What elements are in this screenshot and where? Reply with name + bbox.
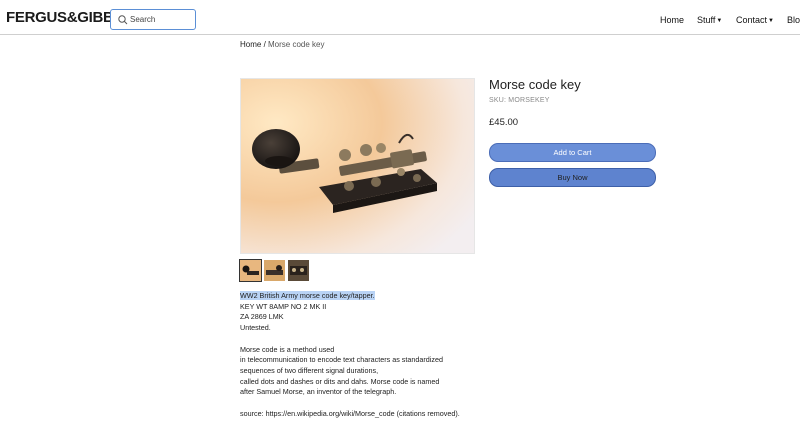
description-line: Morse code is a method used — [240, 344, 335, 354]
nav-blog[interactable]: Blo▼ — [787, 15, 800, 25]
thumbnail-image — [240, 260, 261, 281]
breadcrumb-current: Morse code key — [268, 40, 325, 49]
chevron-down-icon: ▼ — [716, 18, 723, 24]
nav-home[interactable]: Home — [660, 15, 684, 25]
nav-contact[interactable]: Contact▼ — [736, 15, 774, 25]
search-box[interactable] — [110, 9, 196, 30]
thumbnail-image — [288, 260, 309, 281]
buy-now-button[interactable]: Buy Now — [489, 168, 656, 187]
description-line: sequences of two different signal durati… — [240, 365, 379, 375]
chevron-down-icon: ▼ — [768, 18, 774, 24]
description-spacer — [240, 398, 540, 409]
breadcrumb-home[interactable]: Home — [240, 40, 261, 49]
thumbnail-2[interactable] — [264, 260, 285, 281]
product-description: WW2 British Army morse code key/tapper. … — [240, 291, 540, 419]
nav-stuff-label: Stuff — [697, 15, 716, 25]
search-input[interactable] — [130, 11, 194, 28]
product-main-image[interactable] — [240, 78, 475, 254]
description-highlight: WW2 British Army morse code key/tapper. — [240, 291, 375, 300]
description-line: Untested. — [240, 323, 271, 333]
morse-key-photo — [241, 79, 474, 253]
nav-blog-label: Blo — [787, 15, 800, 25]
nav-stuff[interactable]: Stuff▼ — [697, 15, 722, 25]
site-logo[interactable]: FERGUS&GIBBS — [6, 9, 124, 26]
description-line: ZA 2869 LMK — [240, 312, 284, 322]
product-title: Morse code key — [489, 77, 581, 92]
thumbnail-1[interactable] — [239, 259, 262, 282]
breadcrumb: Home / Morse code key — [240, 40, 324, 49]
product-sku: SKU: MORSEKEY — [489, 97, 550, 104]
description-line: called dots and dashes or dits and dahs.… — [240, 376, 440, 386]
description-line: in telecommunication to encode text char… — [240, 355, 443, 365]
description-spacer — [240, 334, 540, 345]
search-icon — [118, 15, 128, 25]
product-price: £45.00 — [489, 117, 519, 128]
site-header: FERGUS&GIBBS Home Stuff▼ Contact▼ Blo▼ — [0, 0, 800, 35]
thumbnail-3[interactable] — [288, 260, 309, 281]
nav-home-label: Home — [660, 15, 685, 25]
breadcrumb-separator: / — [261, 40, 269, 49]
description-line: KEY WT 8AMP NO 2 MK II — [240, 301, 327, 311]
thumbnail-image — [264, 260, 285, 281]
add-to-cart-button[interactable]: Add to Cart — [489, 143, 656, 162]
nav-contact-label: Contact — [736, 15, 768, 25]
description-source: source: https://en.wikipedia.org/wiki/Mo… — [240, 408, 460, 418]
description-line: after Samuel Morse, an inventor of the t… — [240, 387, 397, 397]
